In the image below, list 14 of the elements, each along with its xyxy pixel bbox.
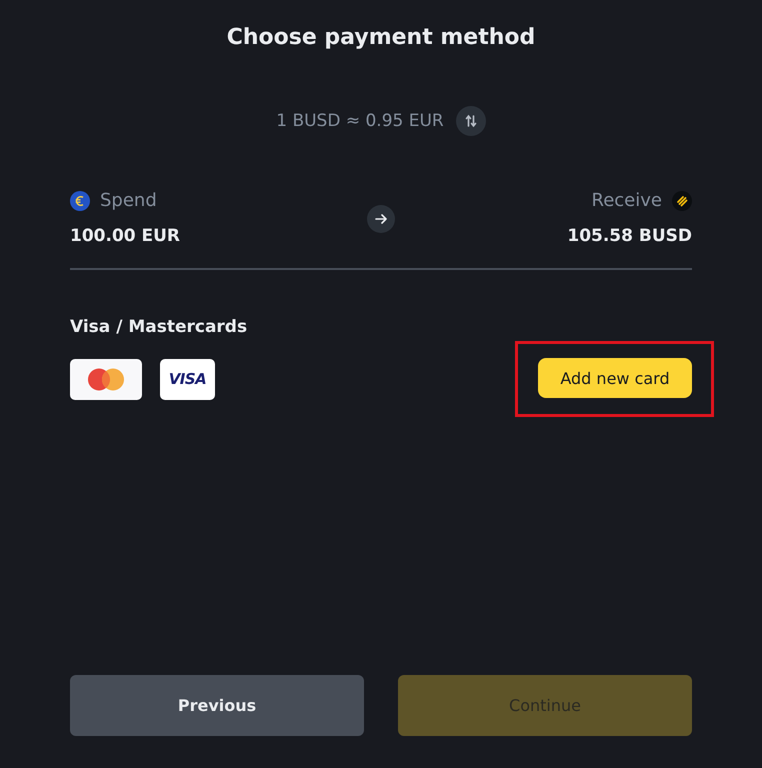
receive-label: Receive (592, 189, 662, 213)
visa-card-logo: VISA (160, 358, 215, 400)
receive-amount: 105.58 BUSD (567, 225, 692, 248)
page-title: Choose payment method (226, 24, 536, 52)
striped-coin-icon (672, 191, 692, 211)
spend-amount: 100.00 EUR (70, 225, 180, 248)
two-circles-card-icon (70, 358, 142, 400)
section-heading: Visa / Mastercards (70, 316, 248, 339)
exchange-rate: 1 BUSD ≈ 0.95 EUR (276, 110, 444, 133)
spend-label: Spend (100, 189, 157, 213)
previous-button[interactable]: Previous (70, 675, 364, 736)
add-card-button[interactable]: Add new card (538, 358, 692, 398)
swap-icon[interactable] (456, 106, 486, 136)
euro-coin-icon (70, 191, 90, 211)
